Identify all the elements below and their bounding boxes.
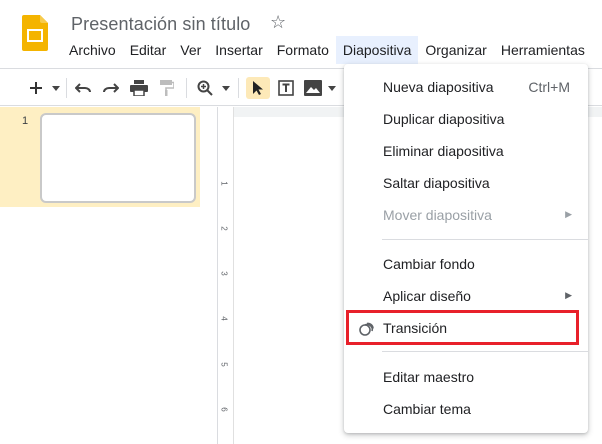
toolbar-divider xyxy=(238,78,239,98)
menu-item-aplicar-diseno[interactable]: Aplicar diseño ▶ xyxy=(344,281,588,311)
highlight-annotation xyxy=(346,310,579,345)
slide-number: 1 xyxy=(22,115,29,127)
menu-item-cambiar-tema[interactable]: Cambiar tema xyxy=(344,394,588,424)
text-box-icon[interactable] xyxy=(275,77,297,99)
ruler-label: 1 xyxy=(219,181,229,186)
menu-herramientas[interactable]: Herramientas xyxy=(494,36,592,64)
ruler-label: 3 xyxy=(219,271,229,276)
image-icon[interactable] xyxy=(302,77,324,99)
menu-item-label: Aplicar diseño xyxy=(383,288,471,304)
diapositiva-menu: Nueva diapositiva Ctrl+M Duplicar diapos… xyxy=(344,64,588,433)
menu-diapositiva[interactable]: Diapositiva xyxy=(335,36,419,64)
menu-archivo[interactable]: Archivo xyxy=(62,36,123,64)
undo-icon[interactable] xyxy=(72,77,94,99)
menu-item-eliminar-diapositiva[interactable]: Eliminar diapositiva xyxy=(344,136,588,166)
menu-item-mover-diapositiva: Mover diapositiva ▶ xyxy=(344,200,588,230)
menu-divider xyxy=(382,239,588,240)
slide-thumbnail-row[interactable]: 1 xyxy=(0,107,200,207)
menu-item-label: Nueva diapositiva xyxy=(383,79,494,95)
menu-item-saltar-diapositiva[interactable]: Saltar diapositiva xyxy=(344,168,588,198)
new-slide-dropdown-icon[interactable] xyxy=(50,77,62,99)
menu-item-label: Cambiar tema xyxy=(383,401,471,417)
menu-formato[interactable]: Formato xyxy=(270,36,336,64)
toolbar-divider xyxy=(66,78,67,98)
submenu-arrow-icon: ▶ xyxy=(565,290,572,300)
ruler-label: 2 xyxy=(219,226,229,231)
menu-insertar[interactable]: Insertar xyxy=(208,36,269,64)
zoom-dropdown-icon[interactable] xyxy=(220,77,232,99)
menu-divider xyxy=(382,351,588,352)
menu-item-nueva-diapositiva[interactable]: Nueva diapositiva Ctrl+M xyxy=(344,72,588,102)
ruler-label: 6 xyxy=(219,407,229,412)
menu-item-duplicar-diapositiva[interactable]: Duplicar diapositiva xyxy=(344,104,588,134)
menu-ver[interactable]: Ver xyxy=(173,36,208,64)
zoom-icon[interactable] xyxy=(194,77,216,99)
menubar: Archivo Editar Ver Insertar Formato Diap… xyxy=(62,36,592,64)
menu-item-label: Eliminar diapositiva xyxy=(383,143,504,159)
select-cursor-icon[interactable] xyxy=(246,77,270,99)
submenu-arrow-icon: ▶ xyxy=(565,209,572,219)
menu-item-label: Duplicar diapositiva xyxy=(383,111,505,127)
menu-item-editar-maestro[interactable]: Editar maestro xyxy=(344,362,588,392)
toolbar-divider xyxy=(186,78,187,98)
redo-icon[interactable] xyxy=(100,77,122,99)
slide-filmstrip: 1 xyxy=(0,107,218,444)
slides-logo-icon[interactable] xyxy=(22,15,48,51)
ruler-label: 4 xyxy=(219,316,229,321)
menu-item-label: Cambiar fondo xyxy=(383,256,475,272)
menu-item-label: Saltar diapositiva xyxy=(383,175,490,191)
menu-editar[interactable]: Editar xyxy=(123,36,174,64)
menu-item-label: Mover diapositiva xyxy=(383,207,492,223)
menu-organizar[interactable]: Organizar xyxy=(418,36,493,64)
menu-item-label: Editar maestro xyxy=(383,369,475,385)
menu-item-shortcut: Ctrl+M xyxy=(528,79,570,95)
new-slide-icon[interactable] xyxy=(26,77,46,99)
ruler-label: 5 xyxy=(219,362,229,367)
document-title[interactable]: Presentación sin título xyxy=(71,14,250,35)
star-icon[interactable]: ☆ xyxy=(270,12,286,33)
paint-format-icon[interactable] xyxy=(156,77,178,99)
menu-item-cambiar-fondo[interactable]: Cambiar fondo xyxy=(344,249,588,279)
slide-thumbnail[interactable] xyxy=(40,113,196,203)
image-dropdown-icon[interactable] xyxy=(326,77,338,99)
vertical-ruler: 1 2 3 4 5 6 xyxy=(218,107,234,444)
print-icon[interactable] xyxy=(128,77,150,99)
